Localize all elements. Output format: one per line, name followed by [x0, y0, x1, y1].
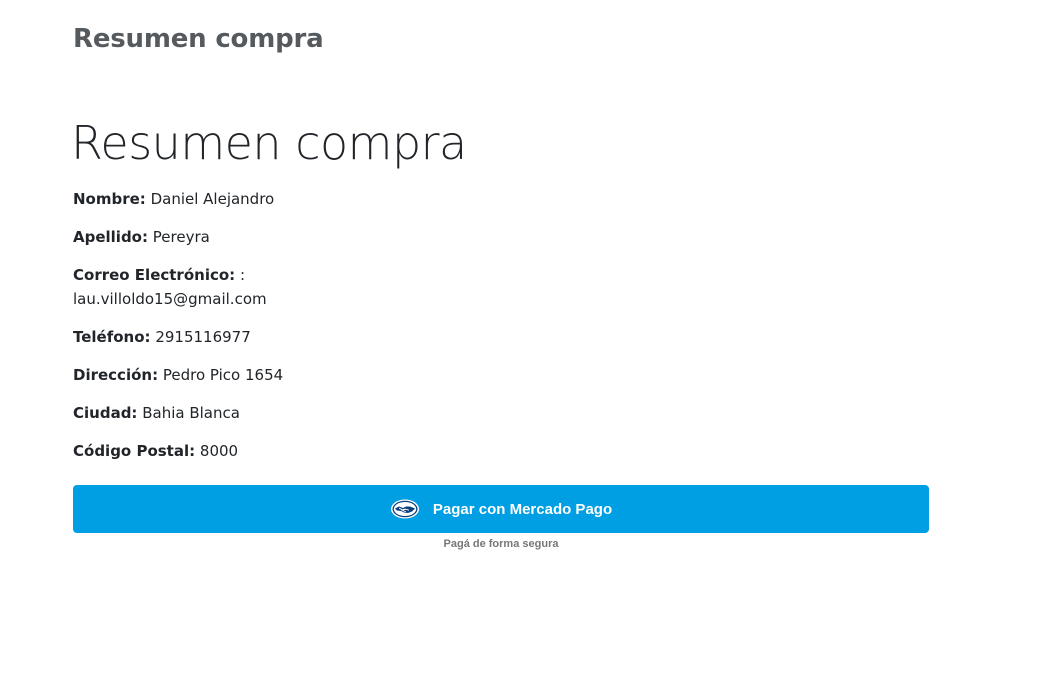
field-nombre-value: Daniel Alejandro — [150, 190, 275, 208]
field-apellido-value: Pereyra — [152, 228, 210, 246]
field-nombre: Nombre: Daniel Alejandro — [73, 187, 274, 211]
field-apellido-label: Apellido: — [73, 228, 148, 246]
field-ciudad-value: Bahia Blanca — [142, 404, 240, 422]
mercadopago-handshake-icon — [390, 499, 420, 519]
pay-with-mercadopago-button[interactable]: Pagar con Mercado Pago — [73, 485, 929, 533]
field-telefono-value: 2915116977 — [155, 328, 251, 346]
field-ciudad: Ciudad: Bahia Blanca — [73, 401, 240, 425]
summary-title: Resumen compra — [71, 116, 467, 170]
pay-button-label: Pagar con Mercado Pago — [432, 500, 613, 518]
field-telefono: Teléfono: 2915116977 — [73, 325, 251, 349]
field-codigo-postal-value: 8000 — [199, 442, 239, 460]
field-direccion-label: Dirección: — [73, 366, 159, 384]
field-nombre-label: Nombre: — [73, 190, 146, 208]
field-telefono-label: Teléfono: — [73, 328, 151, 346]
field-correo-label: Correo Electrónico: — [73, 266, 236, 284]
field-ciudad-label: Ciudad: — [73, 404, 138, 422]
field-codigo-postal-label: Código Postal: — [73, 442, 196, 460]
page: Resumen compra Resumen compra Nombre: Da… — [0, 0, 1044, 673]
field-direccion-value: Pedro Pico 1654 — [162, 366, 284, 384]
field-codigo-postal: Código Postal: 8000 — [73, 439, 238, 463]
page-heading: Resumen compra — [73, 24, 324, 54]
field-correo: Correo Electrónico: : lau.villoldo15@gma… — [73, 263, 313, 311]
secure-payment-note: Pagá de forma segura — [443, 538, 559, 550]
field-apellido: Apellido: Pereyra — [73, 225, 210, 249]
field-direccion: Dirección: Pedro Pico 1654 — [73, 363, 283, 387]
